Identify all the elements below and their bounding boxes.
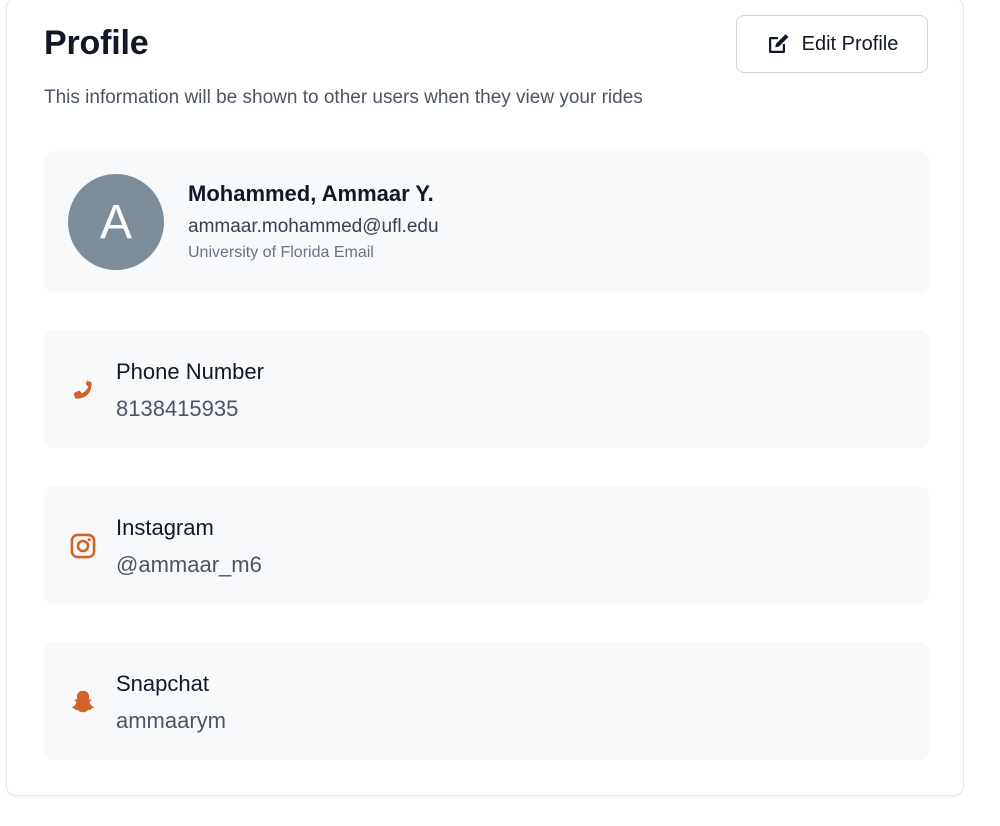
page-title: Profile [44, 24, 149, 62]
user-email: ammaar.mohammed@ufl.edu [188, 216, 439, 237]
instagram-icon [68, 531, 98, 561]
user-email-label: University of Florida Email [188, 244, 374, 261]
instagram-panel: Instagram @ammaar_m6 [44, 486, 929, 604]
edit-icon [766, 32, 790, 56]
profile-card: Profile Edit Profile This information wi… [6, 0, 964, 796]
snapchat-panel: Snapchat ammaarym [44, 642, 929, 760]
page-subtitle: This information will be shown to other … [44, 87, 643, 108]
phone-label: Phone Number [116, 359, 264, 384]
snapchat-label: Snapchat [116, 671, 209, 696]
phone-panel: Phone Number 8138415935 [44, 330, 929, 448]
user-name: Mohammed, Ammaar Y. [188, 181, 434, 206]
instagram-value: @ammaar_m6 [116, 552, 262, 577]
phone-icon [68, 375, 98, 405]
phone-value: 8138415935 [116, 396, 239, 421]
instagram-label: Instagram [116, 515, 214, 540]
snapchat-icon [68, 687, 98, 717]
avatar: A [68, 174, 164, 270]
snapchat-value: ammaarym [116, 708, 227, 733]
user-info-panel: A Mohammed, Ammaar Y. ammaar.mohammed@uf… [44, 151, 929, 293]
edit-profile-label: Edit Profile [801, 32, 899, 55]
edit-profile-button[interactable]: Edit Profile [736, 15, 928, 73]
